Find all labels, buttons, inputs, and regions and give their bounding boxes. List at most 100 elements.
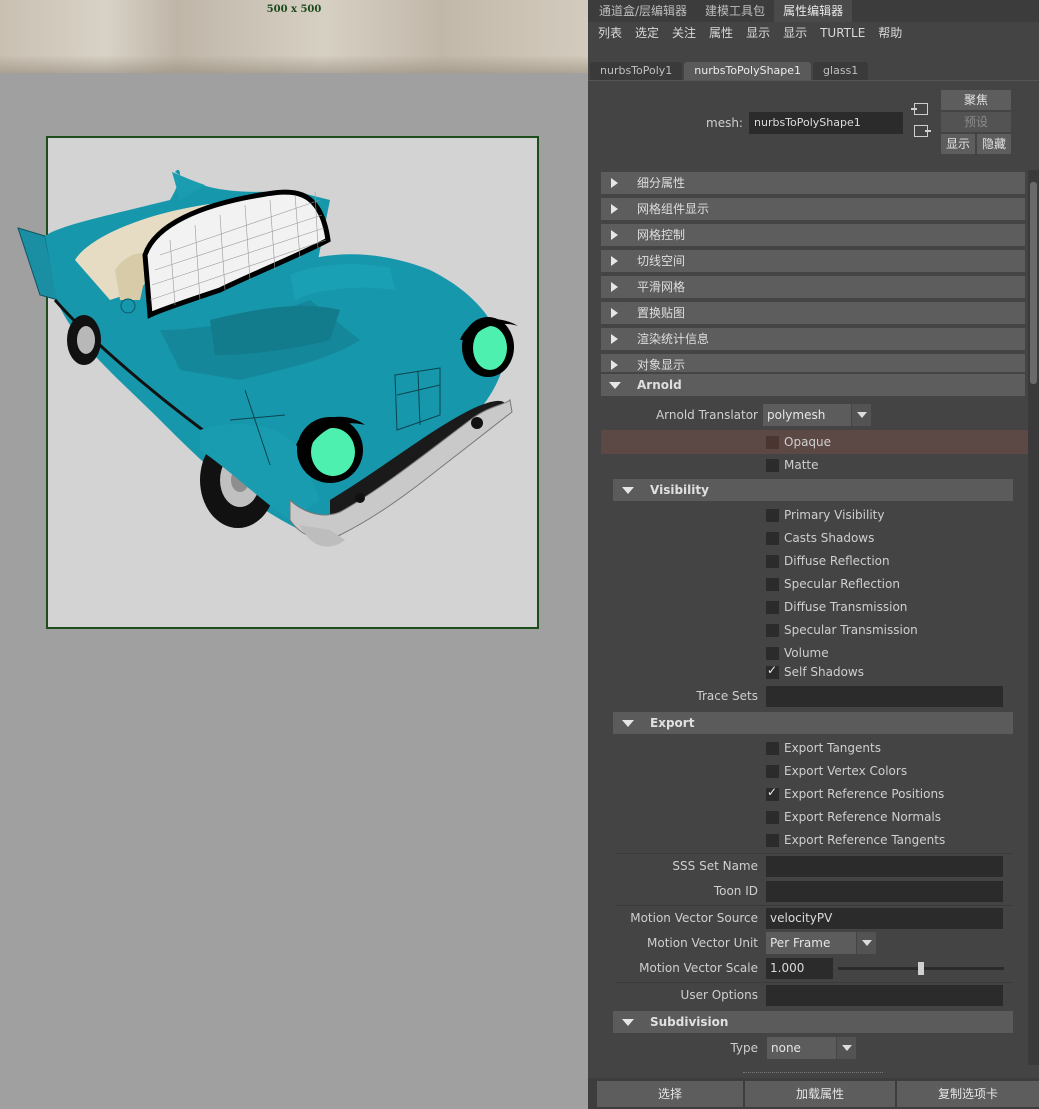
expand-arrow-icon — [611, 204, 618, 214]
panel-tab-bar: 通道盒/层编辑器 建模工具包 属性编辑器 — [588, 0, 1039, 22]
trace-sets-label: Trace Sets — [696, 689, 758, 703]
casts-shadows-row[interactable]: Casts Shadows — [766, 529, 874, 547]
scrollbar-thumb[interactable] — [1030, 182, 1037, 384]
specular-transmission-checkbox[interactable] — [766, 623, 779, 637]
motion-vector-unit-label: Motion Vector Unit — [647, 936, 758, 950]
user-options-field[interactable] — [766, 985, 1003, 1006]
section-export[interactable]: Export — [613, 712, 1013, 734]
car-model[interactable] — [0, 0, 588, 700]
node-tab-nurbs-to-poly[interactable]: nurbsToPoly1 — [590, 62, 683, 80]
presets-button[interactable]: 预设 — [941, 112, 1011, 132]
section-object-display[interactable]: 对象显示 — [601, 354, 1025, 372]
attribute-editor-panel: 通道盒/层编辑器 建模工具包 属性编辑器 列表 选定 关注 属性 显示 显示 T… — [588, 0, 1039, 1109]
export-reference-positions-row[interactable]: Export Reference Positions — [766, 785, 944, 803]
collapse-arrow-icon — [622, 720, 634, 727]
tab-channel-box[interactable]: 通道盒/层编辑器 — [590, 0, 696, 22]
slider-handle[interactable] — [918, 962, 924, 975]
specular-reflection-checkbox[interactable] — [766, 577, 779, 591]
node-tab-glass[interactable]: glass1 — [813, 62, 869, 80]
tab-attribute-editor[interactable]: 属性编辑器 — [774, 0, 853, 22]
menu-help[interactable]: 帮助 — [878, 22, 902, 44]
motion-vector-scale-field[interactable]: 1.000 — [766, 958, 833, 979]
mesh-name-field[interactable]: nurbsToPolyShape1 — [749, 112, 903, 134]
input-connection-icon[interactable] — [911, 103, 928, 115]
menu-turtle[interactable]: TURTLE — [820, 22, 865, 44]
specular-reflection-row[interactable]: Specular Reflection — [766, 575, 900, 593]
select-button[interactable]: 选择 — [597, 1081, 743, 1107]
toon-id-field[interactable] — [766, 881, 1003, 902]
tab-modeling-toolkit[interactable]: 建模工具包 — [696, 0, 774, 22]
export-tangents-checkbox[interactable] — [766, 741, 779, 755]
volume-row[interactable]: Volume — [766, 644, 829, 662]
section-displacement-map[interactable]: 置换贴图 — [601, 302, 1025, 324]
diffuse-transmission-row[interactable]: Diffuse Transmission — [766, 598, 907, 616]
matte-checkbox-row[interactable]: Matte — [766, 456, 819, 474]
toon-id-label: Toon ID — [713, 884, 758, 898]
trace-sets-field[interactable] — [766, 686, 1003, 707]
menu-list[interactable]: 列表 — [598, 22, 622, 44]
casts-shadows-checkbox[interactable] — [766, 531, 779, 545]
load-attributes-button[interactable]: 加载属性 — [745, 1081, 895, 1107]
volume-checkbox[interactable] — [766, 646, 779, 660]
export-reference-tangents-row[interactable]: Export Reference Tangents — [766, 831, 945, 849]
opaque-checkbox-row[interactable]: Opaque — [766, 433, 831, 451]
section-render-stats[interactable]: 渲染统计信息 — [601, 328, 1025, 350]
section-mesh-component-display[interactable]: 网格组件显示 — [601, 198, 1025, 220]
subdivision-type-dropdown[interactable]: none — [767, 1037, 856, 1059]
arnold-translator-dropdown[interactable]: polymesh — [763, 404, 871, 426]
chevron-down-icon — [836, 1037, 856, 1059]
export-vertex-colors-row[interactable]: Export Vertex Colors — [766, 762, 907, 780]
menu-selected[interactable]: 选定 — [635, 22, 659, 44]
export-reference-tangents-checkbox[interactable] — [766, 833, 779, 847]
resize-handle[interactable] — [743, 1072, 883, 1074]
section-arnold[interactable]: Arnold — [601, 374, 1025, 396]
export-reference-normals-row[interactable]: Export Reference Normals — [766, 808, 941, 826]
export-reference-positions-checkbox[interactable] — [766, 785, 779, 801]
node-tab-bar: nurbsToPoly1 nurbsToPolyShape1 glass1 — [590, 62, 870, 80]
divider — [615, 905, 1013, 906]
export-vertex-colors-checkbox[interactable] — [766, 764, 779, 778]
section-mesh-controls[interactable]: 网格控制 — [601, 224, 1025, 246]
diffuse-reflection-row[interactable]: Diffuse Reflection — [766, 552, 890, 570]
expand-arrow-icon — [611, 334, 618, 344]
menu-attributes[interactable]: 属性 — [709, 22, 733, 44]
render-viewport[interactable]: 500 x 500 — [0, 0, 588, 1109]
expand-arrow-icon — [611, 230, 618, 240]
self-shadows-row[interactable]: Self Shadows — [766, 663, 864, 681]
section-tangent-space[interactable]: 切线空间 — [601, 250, 1025, 272]
expand-arrow-icon — [611, 256, 618, 266]
menu-focus[interactable]: 关注 — [672, 22, 696, 44]
menu-show-1[interactable]: 显示 — [746, 22, 770, 44]
section-tessellation[interactable]: 细分属性 — [601, 172, 1025, 194]
copy-tab-button[interactable]: 复制选项卡 — [897, 1081, 1039, 1107]
section-visibility[interactable]: Visibility — [613, 479, 1013, 501]
sss-set-name-field[interactable] — [766, 856, 1003, 877]
matte-checkbox[interactable] — [766, 458, 779, 472]
primary-visibility-row[interactable]: Primary Visibility — [766, 506, 884, 524]
focus-button[interactable]: 聚焦 — [941, 90, 1011, 110]
user-options-label: User Options — [680, 988, 758, 1002]
divider — [615, 982, 1013, 983]
motion-vector-source-field[interactable]: velocityPV — [766, 908, 1003, 929]
expand-arrow-icon — [611, 282, 618, 292]
motion-vector-unit-dropdown[interactable]: Per Frame — [766, 932, 876, 954]
node-tab-nurbs-to-poly-shape[interactable]: nurbsToPolyShape1 — [684, 62, 812, 80]
menu-show-2[interactable]: 显示 — [783, 22, 807, 44]
primary-visibility-checkbox[interactable] — [766, 508, 779, 522]
opaque-checkbox[interactable] — [766, 435, 779, 449]
section-smooth-mesh[interactable]: 平滑网格 — [601, 276, 1025, 298]
collapse-arrow-icon — [622, 1019, 634, 1026]
section-subdivision[interactable]: Subdivision — [613, 1011, 1013, 1033]
specular-transmission-row[interactable]: Specular Transmission — [766, 621, 918, 639]
diffuse-transmission-checkbox[interactable] — [766, 600, 779, 614]
hide-button[interactable]: 隐藏 — [977, 134, 1011, 154]
motion-vector-source-label: Motion Vector Source — [630, 911, 758, 925]
show-button[interactable]: 显示 — [941, 134, 975, 154]
collapse-arrow-icon — [622, 487, 634, 494]
export-reference-normals-checkbox[interactable] — [766, 810, 779, 824]
diffuse-reflection-checkbox[interactable] — [766, 554, 779, 568]
chevron-down-icon — [851, 404, 871, 426]
output-connection-icon[interactable] — [914, 125, 931, 137]
export-tangents-row[interactable]: Export Tangents — [766, 739, 881, 757]
self-shadows-checkbox[interactable] — [766, 663, 779, 679]
